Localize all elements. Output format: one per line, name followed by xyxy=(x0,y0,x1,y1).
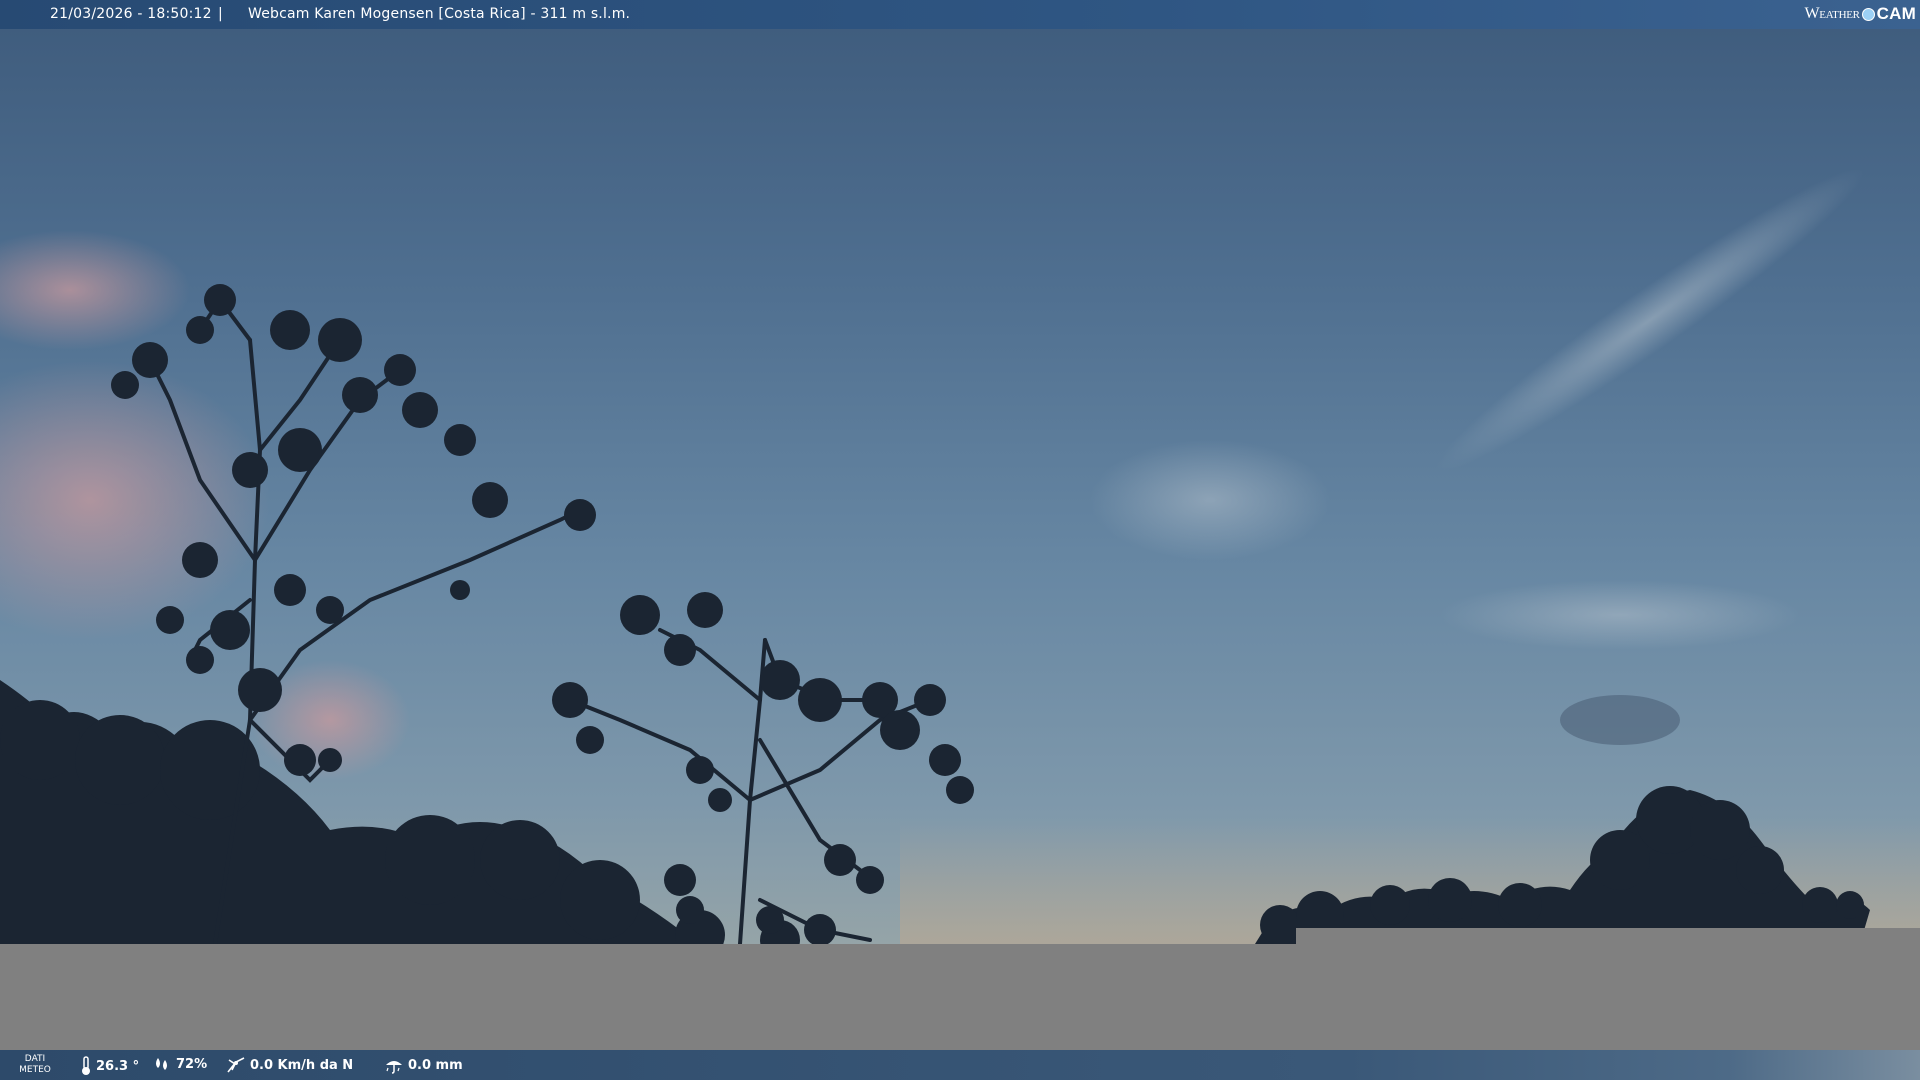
wind-icon xyxy=(227,1057,245,1073)
webcam-scene xyxy=(0,168,1920,944)
temperature-value: 26.3 ° xyxy=(96,1058,140,1074)
label-line-2: METEO xyxy=(19,1065,51,1075)
brand-weather-text: Weather xyxy=(1804,5,1860,22)
rain-icon xyxy=(386,1061,402,1074)
thermometer-icon xyxy=(82,1056,90,1075)
webcam-image xyxy=(0,0,1920,944)
humidity-value: 72% xyxy=(176,1056,208,1072)
weather-data-bar: DATI METEO 26.3 ° 72% 0.0 Km/h da N 0.0 … xyxy=(0,1050,1920,1080)
label-line-1: DATI xyxy=(24,1054,46,1064)
weathercam-logo[interactable]: Weather CAM xyxy=(1805,3,1917,25)
gray-overlay-block xyxy=(1296,928,1920,944)
wind-value: 0.0 Km/h da N xyxy=(250,1057,354,1073)
humidity-icon xyxy=(156,1058,167,1070)
rain-metric: 0.0 mm xyxy=(384,1056,463,1074)
weather-data-label: DATI METEO xyxy=(14,1054,56,1076)
timestamp: 21/03/2026 - 18:50:12 xyxy=(50,6,212,22)
brand-cam-text: CAM xyxy=(1876,4,1916,23)
brand-dot-icon xyxy=(1861,7,1875,21)
webcam-title: Webcam Karen Mogensen [Costa Rica] - 311… xyxy=(248,6,631,22)
rain-value: 0.0 mm xyxy=(408,1057,463,1073)
humidity-metric: 72% xyxy=(152,1056,207,1072)
wind-metric: 0.0 Km/h da N xyxy=(226,1056,353,1074)
temperature-metric: 26.3 ° xyxy=(80,1056,139,1076)
header-separator: | xyxy=(218,6,223,22)
header-bar: 21/03/2026 - 18:50:12 | Webcam Karen Mog… xyxy=(0,0,1920,29)
